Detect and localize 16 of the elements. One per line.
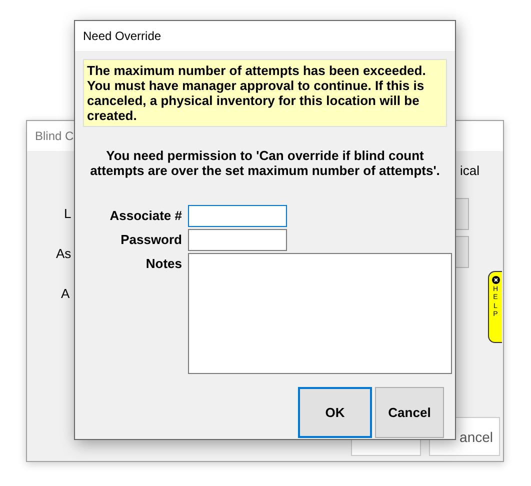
permission-message: You need permission to 'Can override if blind count attempts are over the set maximum number of attempts'. — [89, 148, 441, 178]
field-label: As — [56, 246, 72, 261]
cancel-button[interactable]: Cancel — [375, 387, 444, 438]
close-icon — [492, 276, 500, 284]
field-label: A — [61, 286, 70, 301]
field-label: Password — [120, 231, 182, 249]
ok-button[interactable]: OK — [298, 387, 372, 438]
input-field[interactable] — [188, 205, 287, 227]
dialog-title: Need Override — [75, 21, 455, 51]
warning-message: The maximum number of attempts has been exceeded. You must have manager approval to continue. If this is canceled, a physical inventory for this location will be created. — [83, 59, 447, 127]
label-text: ical — [460, 163, 480, 178]
field-label: Notes — [144, 255, 182, 273]
field-label: L — [64, 206, 72, 221]
input-field[interactable] — [188, 229, 287, 251]
field-label: Associate # — [108, 207, 182, 225]
notes-field[interactable] — [188, 253, 452, 374]
